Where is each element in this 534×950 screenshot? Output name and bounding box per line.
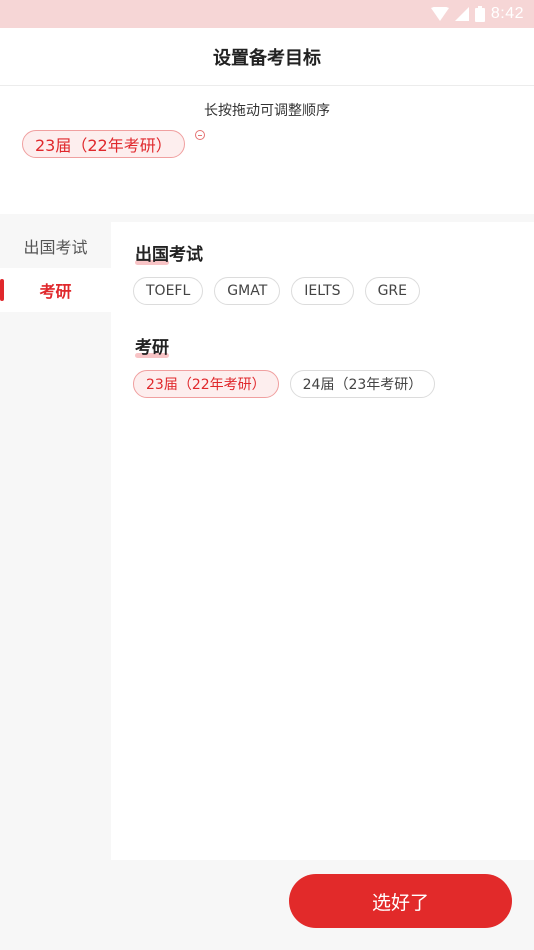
remove-chip-icon[interactable]: [195, 130, 205, 140]
option-chip-ielts[interactable]: IELTS: [291, 277, 354, 305]
sidebar-item-label: 出国考试: [23, 238, 88, 257]
confirm-button[interactable]: 选好了: [289, 874, 512, 928]
sidebar-item-kaoyan[interactable]: 考研: [0, 268, 111, 312]
sidebar-item-label: 考研: [39, 282, 72, 301]
selected-targets-area: 长按拖动可调整顺序 23届（22年考研）: [0, 86, 534, 214]
option-chip-gmat[interactable]: GMAT: [214, 277, 281, 305]
section-title-abroad-exam: 出国考试: [135, 245, 203, 265]
option-chip-23[interactable]: 23届（22年考研）: [133, 370, 279, 398]
kaoyan-options: 23届（22年考研） 24届（23年考研）: [133, 370, 436, 398]
section-title-kaoyan: 考研: [135, 338, 169, 358]
status-time: 8:42: [490, 5, 524, 22]
signal-icon: [454, 7, 469, 21]
page-title: 设置备考目标: [213, 47, 321, 69]
active-indicator: [0, 279, 4, 301]
selected-target-chip[interactable]: 23届（22年考研）: [22, 130, 185, 158]
option-chip-gre[interactable]: GRE: [364, 277, 420, 305]
wifi-icon: [430, 7, 449, 21]
drag-hint: 长按拖动可调整顺序: [204, 103, 330, 119]
sidebar-item-abroad-exam[interactable]: 出国考试: [0, 224, 111, 268]
category-sidebar: 出国考试 考研: [0, 222, 111, 950]
battery-icon: [474, 6, 485, 22]
option-chip-24[interactable]: 24届（23年考研）: [289, 370, 436, 398]
option-chip-toefl[interactable]: TOEFL: [133, 277, 204, 305]
status-bar: 8:42: [0, 0, 534, 28]
abroad-exam-options: TOEFL GMAT IELTS GRE: [133, 277, 420, 305]
options-panel: 出国考试 TOEFL GMAT IELTS GRE 考研 23届（22年考研） …: [111, 222, 534, 860]
header: 设置备考目标: [0, 28, 534, 86]
status-icons: 8:42: [430, 4, 524, 24]
